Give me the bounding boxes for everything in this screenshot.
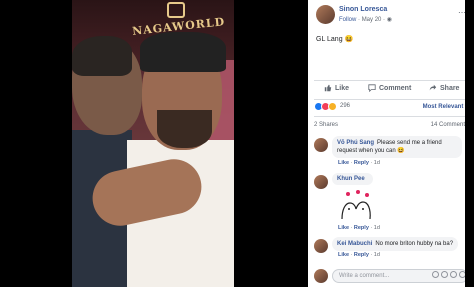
post-header: Sinon Loresca Follow · May 20 · ◉ ⋯ (308, 0, 474, 30)
emoji-icon[interactable] (432, 271, 439, 278)
commenter-name[interactable]: Khun Pee (337, 176, 365, 182)
comment-like-link[interactable]: Like (338, 252, 349, 258)
author-name[interactable]: Sinon Loresca (339, 6, 387, 13)
comment-reply-link[interactable]: Reply (354, 160, 369, 166)
comment-actions: Like · Reply · 1d (338, 160, 380, 166)
comment-time[interactable]: 1d (374, 225, 380, 231)
commenter-name[interactable]: Võ Phú Sang (337, 140, 374, 146)
comment-time[interactable]: 1d (374, 160, 380, 166)
shares-count[interactable]: 2 Shares (314, 122, 338, 128)
comment-label: Comment (379, 84, 412, 92)
reactions-summary[interactable]: 296 Most Relevant ▾ (314, 102, 468, 114)
thumbs-up-icon (324, 84, 332, 92)
divider (314, 99, 468, 100)
beard (157, 110, 212, 148)
comment-icon (368, 84, 376, 92)
commenter-avatar[interactable] (314, 138, 328, 152)
share-label: Share (440, 84, 460, 92)
haha-reaction-icon (328, 102, 337, 111)
person-left-hair (72, 36, 132, 76)
current-user-avatar (314, 269, 328, 283)
comment-bubble: Khun Pee (332, 173, 373, 185)
author-avatar[interactable] (316, 5, 335, 24)
share-icon (429, 84, 437, 91)
right-gutter (465, 0, 474, 287)
post-photo[interactable]: NAGAWORLD (72, 0, 234, 287)
commenter-avatar[interactable] (314, 239, 328, 253)
comment-actions: Like · Reply · 1d (338, 252, 380, 258)
like-button[interactable]: Like (324, 84, 349, 92)
like-label: Like (335, 84, 350, 92)
divider (314, 116, 468, 117)
comment-reply-link[interactable]: Reply (354, 252, 369, 258)
comment-input-icons (432, 271, 466, 278)
photo-area: NAGAWORLD (0, 0, 308, 287)
share-button[interactable]: Share (429, 84, 459, 92)
post-meta: Follow · May 20 · ◉ (339, 16, 392, 23)
black-beanie (140, 32, 226, 72)
reaction-count: 296 (340, 103, 351, 109)
write-comment-row: Write a comment... (312, 268, 470, 284)
comment-button[interactable]: Comment (368, 84, 411, 92)
comment-item: Kei Mabuchi No more briton hubby na ba? L… (312, 237, 470, 263)
comment-item: Khun Pee Like · Reply · 1d (312, 173, 470, 233)
comment-item: Võ Phú Sang Please send me a friend reque… (312, 136, 470, 166)
post-panel: Sinon Loresca Follow · May 20 · ◉ ⋯ GL L… (308, 0, 474, 287)
comment-bubble: Kei Mabuchi No more briton hubby na ba? (332, 237, 459, 251)
follow-link[interactable]: Follow (339, 17, 356, 23)
sticker-image (341, 190, 371, 220)
globe-icon: ◉ (386, 17, 392, 23)
commenter-name[interactable]: Kei Mabuchi (337, 241, 372, 247)
comment-text: No more briton hubby na ba? (375, 241, 454, 247)
comment-like-link[interactable]: Like (338, 160, 349, 166)
sort-dropdown[interactable]: Most Relevant ▾ (423, 103, 468, 110)
comments-count[interactable]: 14 Comments (431, 122, 468, 128)
reaction-icons (314, 102, 337, 111)
post-date[interactable]: May 20 (362, 17, 382, 23)
comment-actions: Like · Reply · 1d (338, 225, 380, 231)
post-actions: Like Comment Share (308, 82, 474, 98)
commenter-avatar[interactable] (314, 175, 328, 189)
comment-like-link[interactable]: Like (338, 225, 349, 231)
divider (314, 80, 468, 81)
post-caption: GL Lang 😆 (316, 36, 354, 43)
comment-bubble: Võ Phú Sang Please send me a friend reque… (332, 136, 462, 158)
gif-icon[interactable] (450, 271, 457, 278)
comment-reply-link[interactable]: Reply (354, 225, 369, 231)
camera-icon[interactable] (441, 271, 448, 278)
comment-time[interactable]: 1d (374, 252, 380, 258)
casino-logo-icon (167, 2, 185, 18)
